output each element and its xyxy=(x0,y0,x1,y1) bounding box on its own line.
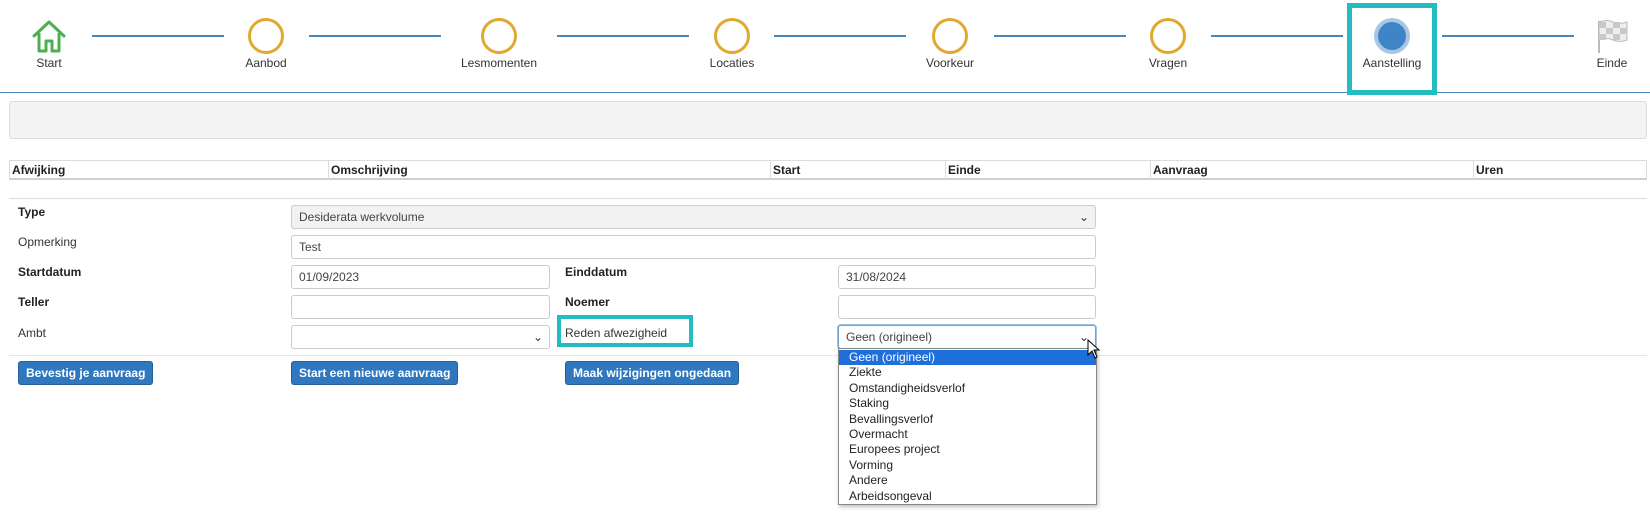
type-select[interactable]: Desiderata werkvolume ⌄ xyxy=(291,205,1096,229)
step-label: Voorkeur xyxy=(925,56,975,70)
einddatum-label: Einddatum xyxy=(565,265,627,279)
column-header-aanvraag: Aanvraag xyxy=(1150,161,1473,179)
table-header: Afwijking Omschrijving Start Einde Aanvr… xyxy=(9,160,1647,180)
dropdown-option[interactable]: Geen (origineel) xyxy=(839,350,1096,366)
dropdown-option[interactable]: Arbeidsongeval xyxy=(839,489,1096,504)
step-circle xyxy=(932,18,968,54)
reden-select-value: Geen (origineel) xyxy=(846,330,933,344)
step-aanbod[interactable]: Aanbod xyxy=(211,18,321,70)
step-einde[interactable]: Einde xyxy=(1557,18,1650,70)
step-label: Aanstelling xyxy=(1362,56,1422,70)
step-circle xyxy=(1150,18,1186,54)
ambt-select[interactable]: ⌄ xyxy=(291,325,550,349)
step-locaties[interactable]: Locaties xyxy=(677,18,787,70)
teller-input[interactable] xyxy=(291,295,550,319)
dropdown-option[interactable]: Staking xyxy=(839,396,1096,411)
step-label: Vragen xyxy=(1148,56,1188,70)
teller-label: Teller xyxy=(18,295,50,309)
dropdown-option[interactable]: Andere xyxy=(839,473,1096,488)
step-circle xyxy=(481,18,517,54)
opmerking-input[interactable]: Test xyxy=(291,235,1096,259)
step-connector xyxy=(309,35,441,37)
step-connector xyxy=(557,35,689,37)
step-voorkeur[interactable]: Voorkeur xyxy=(895,18,1005,70)
mouse-cursor-icon xyxy=(1087,339,1101,359)
type-label: Type xyxy=(18,205,46,219)
step-lesmomenten[interactable]: Lesmomenten xyxy=(444,18,554,70)
home-icon xyxy=(30,18,68,54)
step-connector xyxy=(774,35,906,37)
step-connector xyxy=(994,35,1126,37)
noemer-label: Noemer xyxy=(565,295,610,309)
reden-afwezigheid-select[interactable]: Geen (origineel) ⌄ xyxy=(838,325,1096,349)
dropdown-option[interactable]: Bevallingsverlof xyxy=(839,412,1096,427)
column-header-start: Start xyxy=(770,161,945,179)
column-header-omschrijving: Omschrijving xyxy=(328,161,770,179)
chevron-down-icon: ⌄ xyxy=(532,330,543,344)
step-label: Start xyxy=(36,56,62,70)
step-label: Einde xyxy=(1596,56,1628,70)
step-vragen[interactable]: Vragen xyxy=(1113,18,1223,70)
step-circle-current xyxy=(1374,18,1410,54)
confirm-request-button[interactable]: Bevestig je aanvraag xyxy=(18,361,154,385)
step-connector xyxy=(1211,35,1343,37)
step-circle xyxy=(714,18,750,54)
dropdown-option[interactable]: Ziekte xyxy=(839,365,1096,380)
type-select-value: Desiderata werkvolume xyxy=(299,210,425,224)
dropdown-option[interactable]: Omstandigheidsverlof xyxy=(839,381,1096,396)
noemer-input[interactable] xyxy=(838,295,1096,319)
reden-dropdown-list[interactable]: Geen (origineel) Ziekte Omstandigheidsve… xyxy=(838,348,1097,505)
info-bar xyxy=(9,101,1647,139)
step-start[interactable]: Start xyxy=(0,18,104,70)
reden-afwezigheid-label: Reden afwezigheid xyxy=(565,326,668,340)
checkered-flag-icon xyxy=(1593,18,1631,54)
step-label: Lesmomenten xyxy=(460,56,538,70)
step-label: Locaties xyxy=(709,56,755,70)
dropdown-option[interactable]: Overmacht xyxy=(839,427,1096,442)
chevron-down-icon: ⌄ xyxy=(1078,210,1089,224)
dropdown-option[interactable]: Vorming xyxy=(839,458,1096,473)
column-header-uren: Uren xyxy=(1473,161,1646,179)
step-connector xyxy=(92,35,224,37)
dropdown-option[interactable]: Europees project xyxy=(839,442,1096,457)
ambt-label: Ambt xyxy=(18,326,47,340)
step-circle xyxy=(248,18,284,54)
startdatum-label: Startdatum xyxy=(18,265,82,279)
step-label: Aanbod xyxy=(245,56,287,70)
column-header-afwijking: Afwijking xyxy=(12,163,66,177)
progress-stepper: Start Aanbod Lesmomenten Locaties Voorke… xyxy=(0,0,1650,95)
opmerking-label: Opmerking xyxy=(18,235,77,249)
step-connector xyxy=(1442,35,1574,37)
undo-changes-button[interactable]: Maak wijzigingen ongedaan xyxy=(565,361,740,385)
startdatum-input[interactable]: 01/09/2023 xyxy=(291,265,550,289)
form-divider xyxy=(9,355,1647,356)
new-request-button[interactable]: Start een nieuwe aanvraag xyxy=(291,361,459,385)
column-header-einde: Einde xyxy=(945,161,1150,179)
step-aanstelling[interactable]: Aanstelling xyxy=(1347,3,1437,95)
einddatum-input[interactable]: 31/08/2024 xyxy=(838,265,1096,289)
section-divider xyxy=(9,198,1647,199)
